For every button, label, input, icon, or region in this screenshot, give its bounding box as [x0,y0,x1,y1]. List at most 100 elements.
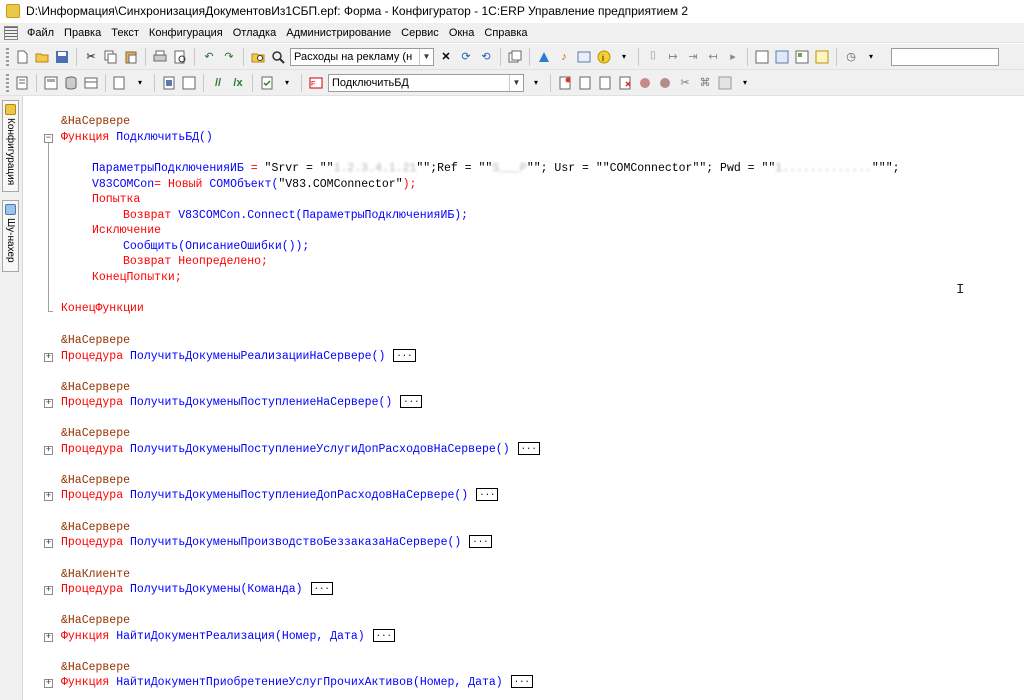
toolbar-grip[interactable] [6,73,9,92]
open-folder-icon[interactable] [33,48,51,66]
expand-toggle[interactable]: + [44,539,53,548]
redo-icon[interactable]: ↷ [220,48,238,66]
menu-help[interactable]: Справка [479,27,532,39]
procedure-name: ПолучитьДокуменыПоступлениеУслугиДопРасх… [130,443,510,456]
form-icon[interactable] [753,48,771,66]
syntax-check-icon[interactable]: ♪ [555,48,573,66]
collapse-toggle[interactable]: − [44,134,53,143]
timer-icon[interactable]: ◷ [842,48,860,66]
code-editor[interactable]: − &НаСервере Функция ПодключитьБД() Пара… [24,96,1024,700]
database-icon[interactable] [62,74,80,92]
debug-run-icon[interactable] [535,48,553,66]
check-module-icon[interactable] [258,74,276,92]
expand-toggle[interactable]: + [44,633,53,642]
menu-configuration[interactable]: Конфигурация [144,27,228,39]
search-combo[interactable]: Расходы на рекламу (н ▼ [290,47,434,66]
toolbar-grip[interactable] [6,47,9,66]
procedure-combo[interactable]: ПодключитьБД ▼ [328,73,524,92]
search-in-folder-icon[interactable] [249,48,267,66]
stop-icon[interactable] [636,74,654,92]
cut-icon[interactable]: ✂ [82,48,100,66]
expand-toggle[interactable]: + [44,586,53,595]
settings-icon[interactable] [813,48,831,66]
collapsed-block-button[interactable]: ... [469,535,492,549]
undo-icon[interactable]: ↶ [200,48,218,66]
expand-toggle[interactable]: + [44,353,53,362]
toolbar-separator [76,47,77,66]
module-structure-icon[interactable] [42,74,60,92]
menu-service[interactable]: Сервис [396,27,444,39]
module-text-icon[interactable] [13,74,31,92]
find-next-icon[interactable]: ⟳ [457,48,475,66]
dropdown-icon[interactable]: ▾ [278,74,296,92]
menu-edit[interactable]: Правка [59,27,106,39]
collapsed-block-button[interactable]: ... [400,395,423,409]
paste-icon[interactable] [122,48,140,66]
menu-windows[interactable]: Окна [444,27,480,39]
delete-icon[interactable] [616,74,634,92]
puzzle-icon[interactable]: ⌘ [696,74,714,92]
bookmark-icon[interactable] [576,74,594,92]
tab-configuration[interactable]: Конфигурация [2,100,19,192]
collapsed-block-button[interactable]: ... [310,582,333,596]
collapsed-block-button[interactable]: ... [476,488,499,502]
dropdown-icon[interactable]: ▾ [862,48,880,66]
layout-icon[interactable] [773,48,791,66]
tab-second[interactable]: Шу-нахер [2,200,19,272]
properties-icon[interactable] [716,74,734,92]
table-icon[interactable] [82,74,100,92]
save-icon[interactable] [53,48,71,66]
indent-icon[interactable] [111,74,129,92]
variable: V83COMCon [92,178,155,191]
fold-guide-end [48,311,53,312]
info-icon[interactable]: i [595,48,613,66]
system-menu-icon[interactable] [4,25,18,40]
format-icon[interactable] [180,74,198,92]
comment-icon[interactable]: // [209,74,227,92]
expand-toggle[interactable]: + [44,679,53,688]
find-prev-icon[interactable]: ⟲ [477,48,495,66]
expand-toggle[interactable]: + [44,446,53,455]
record-icon[interactable] [656,74,674,92]
step-over-icon[interactable]: ↦ [664,48,682,66]
menu-administration[interactable]: Администрирование [281,27,396,39]
collapsed-block-button[interactable]: ... [510,675,533,689]
collapsed-block-button[interactable]: ... [393,349,416,363]
export-icon[interactable] [596,74,614,92]
print-preview-icon[interactable] [171,48,189,66]
menu-file[interactable]: Файл [22,27,59,39]
step-into-icon[interactable]: ⇥ [684,48,702,66]
wizard-icon[interactable] [575,48,593,66]
collapsed-block-button[interactable]: ... [372,629,395,643]
chevron-down-icon[interactable]: ▼ [509,74,523,91]
copy-icon[interactable] [102,48,120,66]
print-icon[interactable] [151,48,169,66]
gallery-icon[interactable] [793,48,811,66]
breakpoint-icon[interactable]: ⌷ [644,48,662,66]
block-comment-icon[interactable] [160,74,178,92]
dropdown-icon[interactable]: ▾ [131,74,149,92]
expand-toggle[interactable]: + [44,492,53,501]
toolbar-separator [638,47,639,66]
dropdown-icon[interactable]: ▾ [615,48,633,66]
windows-icon[interactable] [506,48,524,66]
uncomment-icon[interactable]: /x [229,74,247,92]
menu-debug[interactable]: Отладка [228,27,281,39]
find-icon[interactable] [269,48,287,66]
close-icon[interactable]: ✕ [437,48,455,66]
menu-text[interactable]: Текст [106,27,144,39]
new-file-icon[interactable] [13,48,31,66]
continue-icon[interactable]: ▸ [724,48,742,66]
expand-toggle[interactable]: + [44,399,53,408]
procedure-icon[interactable]: F [307,74,325,92]
new-breakpoint-icon[interactable] [556,74,574,92]
step-out-icon[interactable]: ↤ [704,48,722,66]
text-cursor-icon: I [956,282,965,298]
chevron-down-icon[interactable]: ▼ [419,48,433,65]
collapsed-block-button[interactable]: ... [517,442,540,456]
tools-icon[interactable]: ✂ [676,74,694,92]
dropdown-icon[interactable]: ▾ [736,74,754,92]
command-input[interactable] [891,47,999,66]
operator: ); [402,178,417,191]
dropdown-icon[interactable]: ▾ [527,74,545,92]
